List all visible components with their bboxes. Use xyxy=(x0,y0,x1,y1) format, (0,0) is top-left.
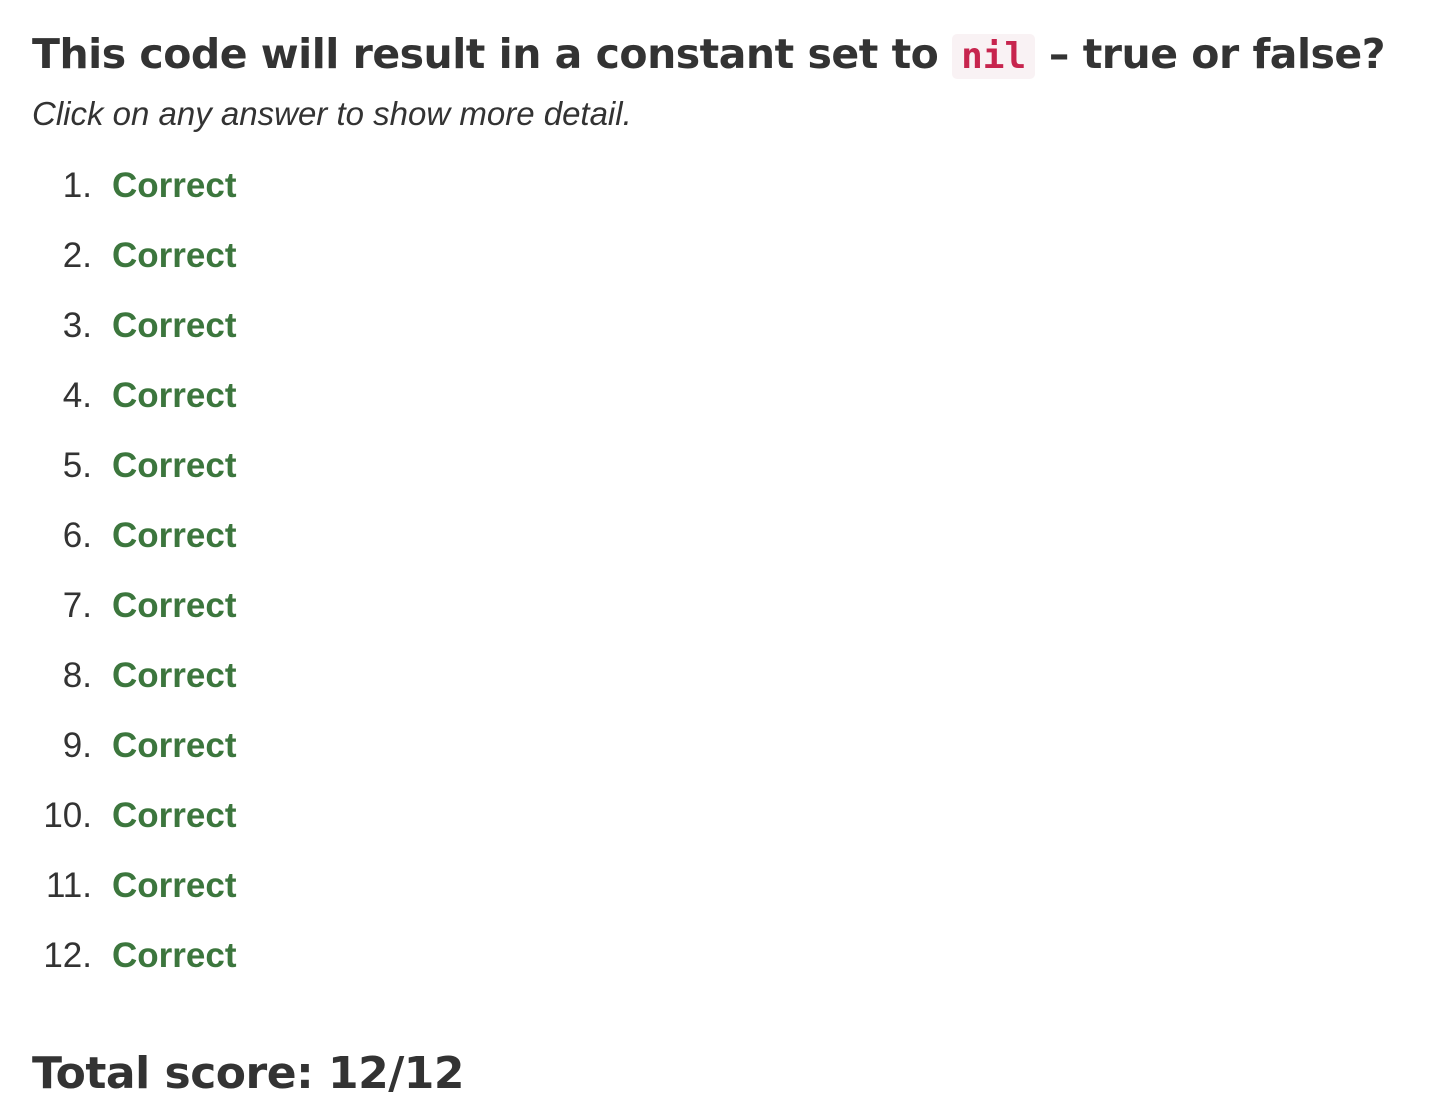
answer-item-7[interactable]: 7. Correct xyxy=(0,571,600,641)
answer-number: 1. xyxy=(62,166,92,205)
answer-item-6[interactable]: 6. Correct xyxy=(0,501,600,571)
instructions-text: Click on any answer to show more detail. xyxy=(32,95,632,132)
answer-item-12[interactable]: 12. Correct xyxy=(0,921,600,991)
answer-result[interactable]: Correct xyxy=(112,711,236,781)
answer-result[interactable]: Correct xyxy=(112,151,236,221)
answer-result[interactable]: Correct xyxy=(112,291,236,361)
answer-result[interactable]: Correct xyxy=(112,851,236,921)
answer-item-10[interactable]: 10. Correct xyxy=(0,781,600,851)
question-title-prefix: This code will result in a constant set … xyxy=(32,30,953,78)
inline-code-nil: nil xyxy=(952,34,1036,79)
question-title: This code will result in a constant set … xyxy=(32,24,1386,87)
answer-number: 4. xyxy=(62,376,92,415)
answer-number: 7. xyxy=(62,586,92,625)
answer-number: 12. xyxy=(43,936,92,975)
answer-number: 10. xyxy=(43,796,92,835)
total-score: Total score: 12/12 xyxy=(32,1048,465,1099)
answer-number: 8. xyxy=(62,656,92,695)
answer-item-5[interactable]: 5. Correct xyxy=(0,431,600,501)
answer-item-4[interactable]: 4. Correct xyxy=(0,361,600,431)
question-title-suffix: – true or false? xyxy=(1035,30,1386,78)
answer-result[interactable]: Correct xyxy=(112,431,236,501)
answer-item-2[interactable]: 2. Correct xyxy=(0,221,600,291)
answer-item-9[interactable]: 9. Correct xyxy=(0,711,600,781)
answer-item-8[interactable]: 8. Correct xyxy=(0,641,600,711)
answer-item-3[interactable]: 3. Correct xyxy=(0,291,600,361)
answer-number: 3. xyxy=(62,306,92,345)
answer-result[interactable]: Correct xyxy=(112,571,236,641)
answer-result[interactable]: Correct xyxy=(112,361,236,431)
answer-result[interactable]: Correct xyxy=(112,501,236,571)
answer-result[interactable]: Correct xyxy=(112,641,236,711)
answer-number: 9. xyxy=(62,726,92,765)
answer-number: 5. xyxy=(62,446,92,485)
answer-number: 6. xyxy=(62,516,92,555)
answer-item-11[interactable]: 11. Correct xyxy=(0,851,600,921)
answer-list: 1. Correct 2. Correct 3. Correct 4. Correct … xyxy=(0,151,600,991)
answer-item-1[interactable]: 1. Correct xyxy=(0,151,600,221)
answer-result[interactable]: Correct xyxy=(112,781,236,851)
answer-result[interactable]: Correct xyxy=(112,221,236,291)
answer-number: 2. xyxy=(62,236,92,275)
answer-result[interactable]: Correct xyxy=(112,921,236,991)
answer-number: 11. xyxy=(45,866,92,905)
